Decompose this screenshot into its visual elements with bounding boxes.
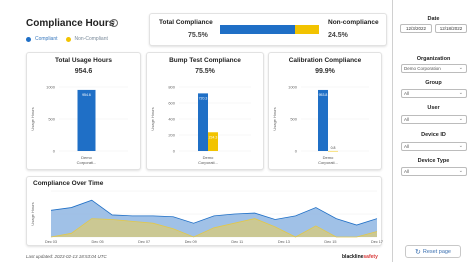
x-tick-label: Dec 13 — [278, 240, 290, 244]
y-tick-label: 500 — [48, 117, 55, 122]
device-id-select[interactable]: All ⌄ — [401, 142, 467, 151]
group-label: Group — [425, 80, 442, 86]
total-usage-card: Total Usage Hours 954.6 1000 500 0 Usage Ho… — [26, 52, 141, 170]
bar — [198, 93, 208, 151]
user-value: All — [404, 117, 410, 122]
card-value: 75.5% — [195, 68, 215, 75]
x-tick-label: Dec 07 — [138, 240, 150, 244]
non-compliance-label: Non-compliance — [328, 19, 379, 26]
data-label: 720.3 — [199, 96, 208, 100]
device-type-value: All — [404, 169, 410, 174]
device-type-select[interactable]: All ⌄ — [401, 167, 467, 176]
y-tick-label: 400 — [168, 117, 175, 122]
chevron-down-icon: ⌄ — [458, 168, 463, 174]
reset-page-button[interactable]: ↻ Reset page — [405, 245, 461, 258]
organization-select[interactable]: Demo Corporation ⌄ — [401, 64, 467, 73]
noncompliant-legend-label: Non-Compliant — [74, 36, 108, 42]
y-tick-label: 1000 — [288, 85, 298, 90]
y-axis-label: Usage Hours — [150, 107, 155, 130]
date-to-input[interactable]: 12/18/2022 — [435, 24, 467, 33]
compliant-legend-label: Compliant — [35, 36, 58, 42]
non-compliance-value: 24.5% — [328, 32, 348, 39]
bar — [328, 150, 338, 152]
y-tick-label: 600 — [168, 101, 175, 106]
bump-test-card: Bump Test Compliance 75.5% 800 600 400 200 0… — [146, 52, 264, 170]
compliant-legend-dot — [26, 36, 31, 42]
bump-test-bar-chart: 8006004002000Usage Hours720.3234.3DemoCo… — [150, 85, 251, 165]
x-tick-label: Corporati... — [77, 160, 97, 165]
compliance-ratio-bar — [220, 25, 319, 34]
group-select[interactable]: All ⌄ — [401, 89, 467, 98]
date-from-input[interactable]: 12/3/2022 — [400, 24, 432, 33]
brand-text-a: blackline — [342, 254, 364, 260]
user-select[interactable]: All ⌄ — [401, 115, 467, 124]
y-tick-label: 200 — [168, 133, 175, 138]
reset-label: Reset page — [422, 248, 451, 255]
chevron-down-icon: ⌄ — [458, 116, 463, 122]
page-title: Compliance Hours — [26, 18, 115, 29]
device-id-value: All — [404, 144, 410, 149]
noncompliant-segment — [294, 25, 319, 34]
legend: Compliant Non-Compliant — [26, 36, 108, 42]
reset-icon: ↻ — [414, 248, 421, 256]
x-tick-label: Dec 17 — [371, 240, 383, 244]
total-usage-bar-chart: 10005000Usage Hours954.6DemoCorporati... — [30, 85, 128, 165]
group-value: All — [404, 91, 410, 96]
y-tick-label: 500 — [290, 117, 297, 122]
compliance-over-time-chart: Usage Hours Dec 03 Dec 05 Dec 07 Dec 09 Dec 1… — [30, 190, 383, 244]
total-compliance-value: 75.5% — [188, 32, 208, 39]
brand-text-b: safety — [363, 254, 378, 260]
calibration-bar-chart: 10005000Usage Hours953.80.8DemoCorporati… — [272, 85, 369, 165]
data-label: 0.8 — [331, 146, 336, 150]
y-tick-label: 800 — [168, 85, 175, 90]
y-tick-label: 0 — [173, 149, 176, 154]
y-tick-label: 0 — [295, 149, 298, 154]
bar — [77, 89, 96, 151]
card-value: 954.6 — [74, 68, 93, 75]
device-type-label: Device Type — [417, 158, 450, 164]
x-tick-label: Dec 03 — [45, 240, 57, 244]
total-compliance-label: Total Compliance — [159, 19, 213, 26]
calibration-card: Calibration Compliance 99.9% 1000 500 0 Usa… — [268, 52, 382, 170]
compliant-segment — [220, 25, 295, 34]
y-axis-label: Usage Hours — [30, 107, 35, 130]
info-icon[interactable]: i — [110, 19, 118, 27]
x-tick-label: Dec 09 — [185, 240, 197, 244]
chevron-down-icon: ⌄ — [458, 65, 463, 71]
bar — [318, 89, 328, 151]
chevron-down-icon: ⌄ — [458, 90, 463, 96]
card-title: Total Usage Hours — [55, 57, 112, 64]
card-title: Calibration Compliance — [288, 57, 362, 64]
user-label: User — [427, 105, 440, 111]
y-tick-label: 1000 — [46, 85, 56, 90]
last-updated-text: Last updated: 2023-02-13 18:53:04 UTC — [26, 254, 107, 259]
device-id-label: Device ID — [421, 132, 446, 138]
card-value: 99.9% — [315, 68, 335, 75]
x-tick-label: Dec 05 — [92, 240, 104, 244]
compliance-over-time-card: Compliance Over Time Usage Hours Dec 03 De… — [26, 176, 383, 246]
y-axis-label: Usage Hours — [30, 202, 35, 225]
noncompliant-legend-dot — [65, 36, 71, 42]
x-tick-label: Corporati... — [318, 160, 338, 165]
filter-panel: Date 12/3/2022 12/18/2022 Organization D… — [392, 0, 474, 262]
date-label: Date — [427, 16, 440, 22]
data-label: 954.6 — [82, 93, 91, 97]
x-tick-label: Corporati... — [198, 160, 218, 165]
organization-value: Demo Corporation — [404, 66, 441, 71]
compliance-ratio-card: Total Compliance 75.5% Non-compliance 24… — [149, 13, 387, 46]
data-label: 234.3 — [209, 135, 218, 139]
x-tick-label: Dec 15 — [324, 240, 336, 244]
brand-logo: blacklinesafety — [342, 254, 378, 260]
x-tick-label: Dec 11 — [231, 240, 243, 244]
chevron-down-icon: ⌄ — [458, 143, 463, 149]
card-title: Bump Test Compliance — [169, 57, 241, 64]
y-tick-label: 0 — [53, 149, 56, 154]
organization-label: Organization — [416, 56, 451, 62]
y-axis-label: Usage Hours — [272, 107, 277, 130]
data-label: 953.8 — [319, 93, 328, 97]
